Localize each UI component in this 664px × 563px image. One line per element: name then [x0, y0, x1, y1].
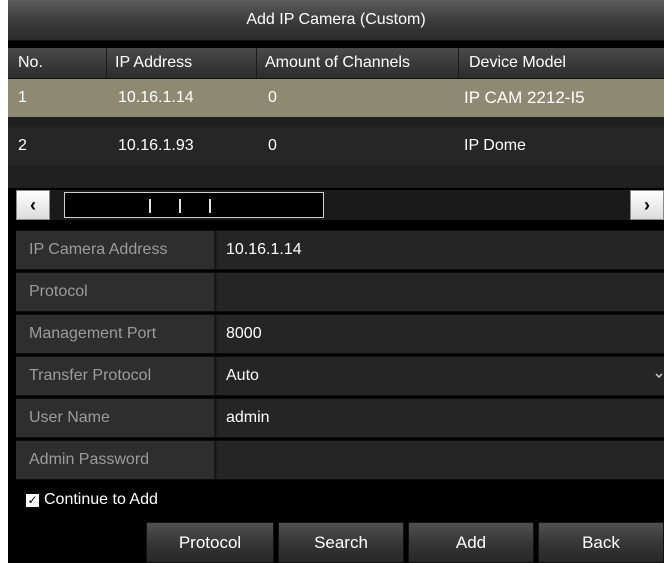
row-channels: 0: [268, 89, 277, 106]
row-ip-address: 10.16.1.93: [118, 137, 194, 154]
row-no: 1: [18, 89, 27, 106]
grip-line: [149, 199, 151, 213]
search-button[interactable]: Search: [278, 522, 404, 563]
user-name-field[interactable]: admin: [218, 399, 664, 437]
table-row[interactable]: 2 10.16.1.93 0 IP Dome: [8, 127, 664, 165]
checkbox-checked-icon[interactable]: ✓: [26, 493, 39, 507]
grip-line: [179, 199, 181, 213]
form-row-user-name: User Name admin: [16, 398, 664, 438]
grip-line: [209, 199, 211, 213]
horizontal-scrollbar[interactable]: ‹ ›: [16, 190, 664, 220]
admin-password-label: Admin Password: [16, 441, 216, 479]
scroll-right-button[interactable]: ›: [630, 190, 664, 220]
table-header: No. IP Address Amount of Channels Device…: [8, 48, 664, 79]
header-ip-address[interactable]: IP Address: [106, 48, 256, 78]
camera-table: No. IP Address Amount of Channels Device…: [8, 48, 664, 188]
transfer-protocol-select[interactable]: Auto: [218, 357, 664, 395]
protocol-label: Protocol: [16, 273, 216, 311]
continue-to-add-label: Continue to Add: [44, 491, 158, 508]
user-name-label: User Name: [16, 399, 216, 437]
management-port-field[interactable]: 8000: [218, 315, 664, 353]
camera-form: IP Camera Address 10.16.1.14 Protocol Ma…: [16, 230, 664, 482]
row-no: 2: [18, 137, 27, 154]
back-button[interactable]: Back: [538, 522, 664, 563]
ip-camera-address-label: IP Camera Address: [16, 231, 216, 269]
ip-camera-address-field[interactable]: 10.16.1.14: [218, 231, 664, 269]
row-channels: 0: [268, 137, 277, 154]
header-no[interactable]: No.: [8, 48, 106, 78]
scroll-left-button[interactable]: ‹: [16, 190, 50, 220]
form-row-transfer-protocol: Transfer Protocol Auto: [16, 356, 664, 396]
dialog-title: Add IP Camera (Custom): [8, 0, 664, 41]
management-port-label: Management Port: [16, 315, 216, 353]
row-device-model: IP Dome: [464, 137, 526, 154]
continue-to-add-checkbox[interactable]: ✓ Continue to Add: [26, 489, 158, 511]
chevron-right-icon: ›: [644, 194, 650, 215]
protocol-field[interactable]: [218, 273, 664, 311]
chevron-down-icon[interactable]: [654, 367, 664, 383]
header-amount-of-channels[interactable]: Amount of Channels: [256, 48, 458, 78]
transfer-protocol-label: Transfer Protocol: [16, 357, 216, 395]
header-device-model[interactable]: Device Model: [458, 48, 664, 78]
form-row-ip-camera-address: IP Camera Address 10.16.1.14: [16, 230, 664, 270]
protocol-button[interactable]: Protocol: [146, 522, 274, 563]
form-row-protocol: Protocol: [16, 272, 664, 312]
row-ip-address: 10.16.1.14: [118, 89, 194, 106]
table-row[interactable]: 1 10.16.1.14 0 IP CAM 2212-I5: [8, 79, 664, 117]
form-row-admin-password: Admin Password: [16, 440, 664, 480]
add-button[interactable]: Add: [408, 522, 534, 563]
admin-password-field[interactable]: [218, 441, 664, 479]
add-ip-camera-dialog: Add IP Camera (Custom) No. IP Address Am…: [8, 0, 664, 563]
transfer-protocol-value: Auto: [226, 367, 259, 384]
chevron-left-icon: ‹: [30, 194, 36, 215]
row-device-model: IP CAM 2212-I5: [464, 88, 585, 107]
form-row-management-port: Management Port 8000: [16, 314, 664, 354]
scrollbar-thumb[interactable]: [64, 192, 324, 218]
